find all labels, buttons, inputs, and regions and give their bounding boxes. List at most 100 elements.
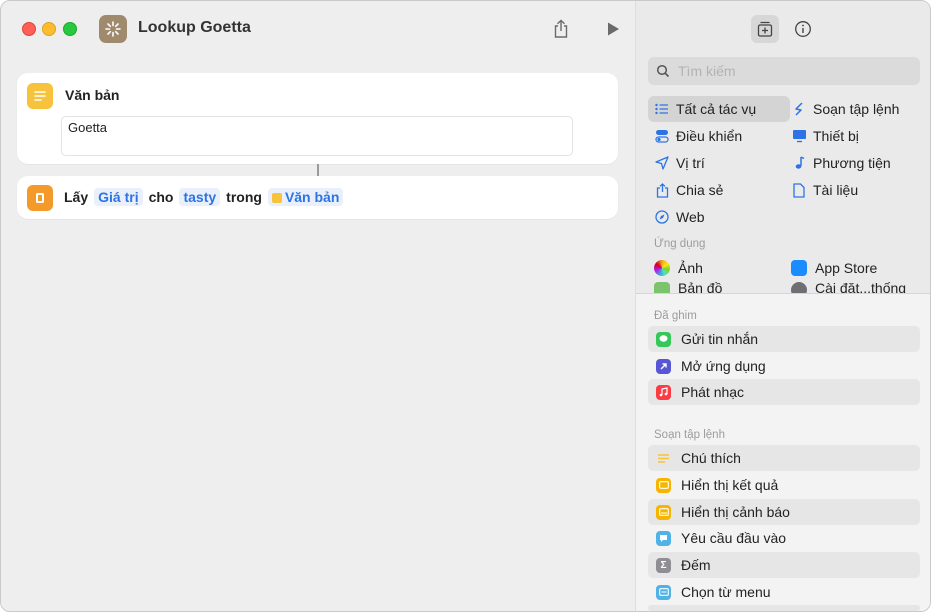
category-label: Soạn tập lệnh: [813, 101, 900, 117]
pinned-open-app[interactable]: Mở ứng dụng: [648, 353, 920, 379]
window-title: Lookup Goetta: [138, 19, 251, 36]
action-count[interactable]: Σ Đếm: [648, 552, 920, 578]
category-controls[interactable]: Điều khiển: [654, 123, 742, 149]
action-show-result[interactable]: Hiển thị kết quả: [648, 472, 920, 498]
pinned-label: Gửi tin nhắn: [681, 331, 759, 347]
pinned-label: Mở ứng dụng: [681, 358, 766, 374]
sigma-icon: Σ: [656, 557, 671, 573]
messages-icon: [656, 331, 671, 347]
info-icon: [795, 21, 811, 37]
apps-section-label: Ứng dụng: [654, 238, 706, 250]
pinned-label: Phát nhạc: [681, 384, 745, 400]
sidebar-divider: [636, 293, 930, 294]
shortcuts-window: Lookup Goetta Văn bản Goetta Lấy Giá trị…: [0, 0, 931, 612]
sparkle-icon: [105, 21, 121, 37]
action-choose-from-menu[interactable]: Chọn từ menu: [648, 579, 920, 605]
document-icon: [791, 182, 807, 198]
category-label: Vị trí: [676, 155, 705, 171]
category-media[interactable]: Phương tiện: [791, 150, 891, 176]
menu-icon: [656, 584, 671, 600]
category-label: Tài liệu: [813, 182, 859, 198]
pinned-section-label: Đã ghim: [654, 310, 697, 322]
key-token[interactable]: tasty: [179, 188, 221, 206]
category-label: Tất cả tác vụ: [676, 101, 757, 117]
category-sharing[interactable]: Chia sẻ: [654, 177, 723, 203]
app-label: App Store: [815, 260, 878, 276]
app-store-icon: [791, 260, 807, 276]
category-device[interactable]: Thiết bị: [791, 123, 859, 149]
category-label: Chia sẻ: [676, 182, 724, 198]
text-variable-icon: [271, 193, 282, 204]
get-action-sentence: Lấy Giá trị cho tasty trong Văn bản: [64, 188, 344, 206]
share-icon: [554, 19, 568, 38]
action-label: Hiển thị cảnh báo: [681, 504, 790, 520]
category-web[interactable]: Web: [654, 204, 705, 230]
app-app-store[interactable]: App Store: [791, 256, 877, 280]
category-label: Web: [676, 209, 705, 225]
in-word: trong: [226, 189, 262, 205]
shortcut-icon[interactable]: [99, 15, 127, 43]
category-location[interactable]: Vị trí: [654, 150, 705, 176]
zoom-window-button[interactable]: [63, 22, 77, 36]
minimize-window-button[interactable]: [42, 22, 56, 36]
app-label: Bản đồ: [678, 282, 723, 293]
location-arrow-icon: [654, 155, 670, 171]
for-word: cho: [148, 189, 174, 205]
share-icon: [654, 182, 670, 198]
search-field[interactable]: [648, 57, 920, 85]
search-icon: [656, 64, 670, 78]
category-scripting[interactable]: Soạn tập lệnh: [791, 96, 899, 122]
music-icon: [656, 384, 671, 400]
action-label: Đếm: [681, 557, 711, 573]
pinned-play-music[interactable]: Phát nhạc: [648, 379, 920, 405]
list-icon: [654, 101, 670, 117]
app-photos[interactable]: Ảnh: [654, 256, 703, 280]
run-button[interactable]: [601, 17, 625, 41]
play-icon: [608, 22, 619, 36]
action-comment[interactable]: Chú thích: [648, 445, 920, 471]
editor-pane: Lookup Goetta Văn bản Goetta Lấy Giá trị…: [1, 1, 635, 611]
action-next-partial[interactable]: [648, 605, 920, 611]
category-documents[interactable]: Tài liệu: [791, 177, 858, 203]
action-label: Chú thích: [681, 450, 741, 466]
show-result-icon: [656, 477, 671, 493]
action-show-alert[interactable]: Hiển thị cảnh báo: [648, 499, 920, 525]
app-label: Cài đặt...thống: [815, 282, 907, 293]
maps-icon: [654, 282, 670, 293]
settings-icon: [791, 282, 807, 293]
get-verb: Lấy: [64, 189, 89, 205]
comment-icon: [656, 451, 671, 466]
action-ask-for-input[interactable]: Yêu cầu đầu vào: [648, 525, 920, 551]
display-icon: [791, 128, 807, 144]
share-button[interactable]: [549, 17, 573, 41]
search-input[interactable]: [676, 62, 910, 80]
app-system-settings[interactable]: Cài đặt...thống: [791, 282, 906, 293]
text-action-card[interactable]: Văn bản Goetta: [17, 73, 618, 164]
alert-icon: [656, 504, 671, 520]
category-all-actions[interactable]: Tất cả tác vụ: [648, 96, 790, 122]
pinned-send-message[interactable]: Gửi tin nhắn: [648, 326, 920, 352]
get-dictionary-value-card[interactable]: Lấy Giá trị cho tasty trong Văn bản: [17, 176, 618, 219]
action-label: Yêu cầu đầu vào: [681, 530, 787, 546]
value-token[interactable]: Giá trị: [94, 188, 143, 206]
category-label: Phương tiện: [813, 155, 891, 171]
dictionary-icon: [27, 185, 53, 211]
library-tab[interactable]: [751, 15, 779, 43]
app-maps[interactable]: Bản đồ: [654, 282, 722, 293]
category-label: Điều khiển: [676, 128, 743, 144]
text-content-field[interactable]: Goetta: [61, 116, 573, 156]
action-connector: [317, 164, 319, 176]
category-label: Thiết bị: [813, 128, 859, 144]
app-label: Ảnh: [678, 260, 703, 276]
add-action-icon: [757, 21, 773, 37]
photos-icon: [654, 260, 670, 276]
action-label: Chọn từ menu: [681, 584, 771, 600]
open-app-icon: [656, 358, 671, 374]
music-note-icon: [791, 155, 807, 171]
details-tab[interactable]: [789, 15, 817, 43]
toggle-icon: [654, 128, 670, 144]
source-token[interactable]: Văn bản: [267, 188, 344, 206]
scripting-icon: [791, 101, 807, 117]
compass-icon: [654, 209, 670, 225]
close-window-button[interactable]: [22, 22, 36, 36]
